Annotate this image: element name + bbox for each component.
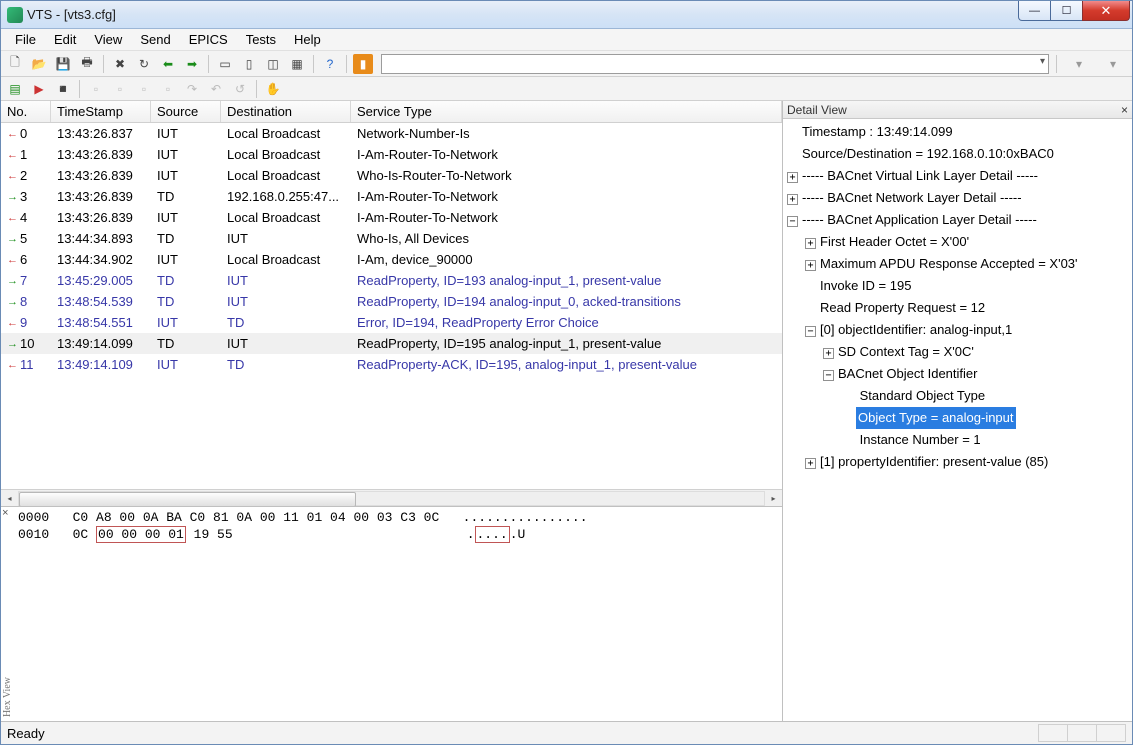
- hex-content[interactable]: 0000 C0 A8 00 0A BA C0 81 0A 00 11 01 04…: [14, 507, 782, 721]
- step3-icon[interactable]: ▫: [134, 79, 154, 99]
- nav-prev-button[interactable]: ▾: [1064, 54, 1094, 74]
- window3-icon[interactable]: ◫: [263, 54, 283, 74]
- table-row[interactable]: ←013:43:26.837IUTLocal BroadcastNetwork-…: [1, 123, 782, 144]
- stop-icon[interactable]: ◾: [53, 79, 73, 99]
- status-bar: Ready: [1, 721, 1132, 744]
- refresh-icon[interactable]: ↻: [134, 54, 154, 74]
- tree-node[interactable]: −BACnet Object Identifier: [787, 363, 1132, 385]
- tree-node[interactable]: −[0] objectIdentifier: analog-input,1: [787, 319, 1132, 341]
- step6-icon[interactable]: ↶: [206, 79, 226, 99]
- detail-close-icon[interactable]: ×: [1121, 103, 1128, 117]
- table-row[interactable]: →1013:49:14.099TDIUTReadProperty, ID=195…: [1, 333, 782, 354]
- tree-node[interactable]: Object Type = analog-input: [787, 407, 1132, 429]
- tree-node[interactable]: Read Property Request = 12: [787, 297, 1132, 319]
- print-icon[interactable]: 🖶: [77, 54, 97, 74]
- table-row[interactable]: →713:45:29.005TDIUTReadProperty, ID=193 …: [1, 270, 782, 291]
- step1-icon[interactable]: ▫: [86, 79, 106, 99]
- open-icon[interactable]: 📂: [29, 54, 49, 74]
- tree-node[interactable]: Standard Object Type: [787, 385, 1132, 407]
- table-row[interactable]: →813:48:54.539TDIUTReadProperty, ID=194 …: [1, 291, 782, 312]
- tree-node[interactable]: Instance Number = 1: [787, 429, 1132, 451]
- delete-icon[interactable]: ✖: [110, 54, 130, 74]
- tree-node[interactable]: Timestamp : 13:49:14.099: [787, 121, 1132, 143]
- table-row[interactable]: ←913:48:54.551IUTTDError, ID=194, ReadPr…: [1, 312, 782, 333]
- menu-help[interactable]: Help: [286, 30, 329, 49]
- script-icon[interactable]: ▤: [5, 79, 25, 99]
- step5-icon[interactable]: ↷: [182, 79, 202, 99]
- detail-panel: Detail View × Timestamp : 13:49:14.099So…: [782, 101, 1132, 721]
- tree-node[interactable]: +Maximum APDU Response Accepted = X'03': [787, 253, 1132, 275]
- table-row[interactable]: ←1113:49:14.109IUTTDReadProperty-ACK, ID…: [1, 354, 782, 375]
- hex-view: × Hex View 0000 C0 A8 00 0A BA C0 81 0A …: [1, 506, 782, 721]
- menu-file[interactable]: File: [7, 30, 44, 49]
- title-bar: VTS - [vts3.cfg] — ☐ ✕: [1, 1, 1132, 29]
- table-row[interactable]: ←413:43:26.839IUTLocal BroadcastI-Am-Rou…: [1, 207, 782, 228]
- col-source[interactable]: Source: [151, 101, 221, 122]
- close-button[interactable]: ✕: [1082, 1, 1130, 21]
- detail-header: Detail View ×: [783, 101, 1132, 119]
- step4-icon[interactable]: ▫: [158, 79, 178, 99]
- col-destination[interactable]: Destination: [221, 101, 351, 122]
- tree-node[interactable]: +SD Context Tag = X'0C': [787, 341, 1132, 363]
- packet-table: No. TimeStamp Source Destination Service…: [1, 101, 782, 506]
- toolbar-secondary: ▤ ▶ ◾ ▫ ▫ ▫ ▫ ↷ ↶ ↺ ✋: [1, 77, 1132, 101]
- help-icon[interactable]: ?: [320, 54, 340, 74]
- save-icon[interactable]: 💾: [53, 54, 73, 74]
- col-service[interactable]: Service Type: [351, 101, 782, 122]
- menu-tests[interactable]: Tests: [238, 30, 284, 49]
- new-icon[interactable]: 🗋: [5, 54, 25, 74]
- tree-node[interactable]: +----- BACnet Virtual Link Layer Detail …: [787, 165, 1132, 187]
- window-title: VTS - [vts3.cfg]: [27, 7, 116, 22]
- tree-node[interactable]: Source/Destination = 192.168.0.10:0xBAC0: [787, 143, 1132, 165]
- window4-icon[interactable]: ▦: [287, 54, 307, 74]
- detail-title: Detail View: [787, 103, 847, 117]
- tree-node[interactable]: +----- BACnet Network Layer Detail -----: [787, 187, 1132, 209]
- table-row[interactable]: ←213:43:26.839IUTLocal BroadcastWho-Is-R…: [1, 165, 782, 186]
- col-no[interactable]: No.: [1, 101, 51, 122]
- status-text: Ready: [7, 726, 45, 741]
- table-row[interactable]: →313:43:26.839TD192.168.0.255:47...I-Am-…: [1, 186, 782, 207]
- tree-node[interactable]: +First Header Octet = X'00': [787, 231, 1132, 253]
- step7-icon[interactable]: ↺: [230, 79, 250, 99]
- app-icon: [7, 7, 23, 23]
- menu-epics[interactable]: EPICS: [181, 30, 236, 49]
- tree-node[interactable]: −----- BACnet Application Layer Detail -…: [787, 209, 1132, 231]
- step2-icon[interactable]: ▫: [110, 79, 130, 99]
- hex-view-label: Hex View: [1, 673, 14, 721]
- horizontal-scrollbar[interactable]: ◂▸: [1, 489, 782, 506]
- window1-icon[interactable]: ▭: [215, 54, 235, 74]
- tree-node[interactable]: Invoke ID = 195: [787, 275, 1132, 297]
- tree-node[interactable]: +[1] propertyIdentifier: present-value (…: [787, 451, 1132, 473]
- detail-tree[interactable]: Timestamp : 13:49:14.099Source/Destinati…: [783, 119, 1132, 721]
- col-timestamp[interactable]: TimeStamp: [51, 101, 151, 122]
- menu-send[interactable]: Send: [132, 30, 178, 49]
- window2-icon[interactable]: ▯: [239, 54, 259, 74]
- table-header: No. TimeStamp Source Destination Service…: [1, 101, 782, 123]
- hex-close-icon[interactable]: ×: [2, 508, 9, 520]
- hand-icon[interactable]: ✋: [263, 79, 283, 99]
- minimize-button[interactable]: —: [1018, 1, 1051, 21]
- table-row[interactable]: ←113:43:26.839IUTLocal BroadcastI-Am-Rou…: [1, 144, 782, 165]
- run-icon[interactable]: ▶: [29, 79, 49, 99]
- nav-next-button[interactable]: ▾: [1098, 54, 1128, 74]
- toolbar-main: 🗋 📂 💾 🖶 ✖ ↻ ⬅ ➡ ▭ ▯ ◫ ▦ ? ▮ ▾ ▾: [1, 51, 1132, 77]
- menu-edit[interactable]: Edit: [46, 30, 84, 49]
- forward-icon[interactable]: ➡: [182, 54, 202, 74]
- table-row[interactable]: ←613:44:34.902IUTLocal BroadcastI-Am, de…: [1, 249, 782, 270]
- menu-view[interactable]: View: [86, 30, 130, 49]
- table-row[interactable]: →513:44:34.893TDIUTWho-Is, All Devices: [1, 228, 782, 249]
- action-icon[interactable]: ▮: [353, 54, 373, 74]
- back-icon[interactable]: ⬅: [158, 54, 178, 74]
- table-body[interactable]: ←013:43:26.837IUTLocal BroadcastNetwork-…: [1, 123, 782, 489]
- maximize-button[interactable]: ☐: [1050, 1, 1083, 21]
- address-combo[interactable]: [381, 54, 1049, 74]
- menu-bar: File Edit View Send EPICS Tests Help: [1, 29, 1132, 51]
